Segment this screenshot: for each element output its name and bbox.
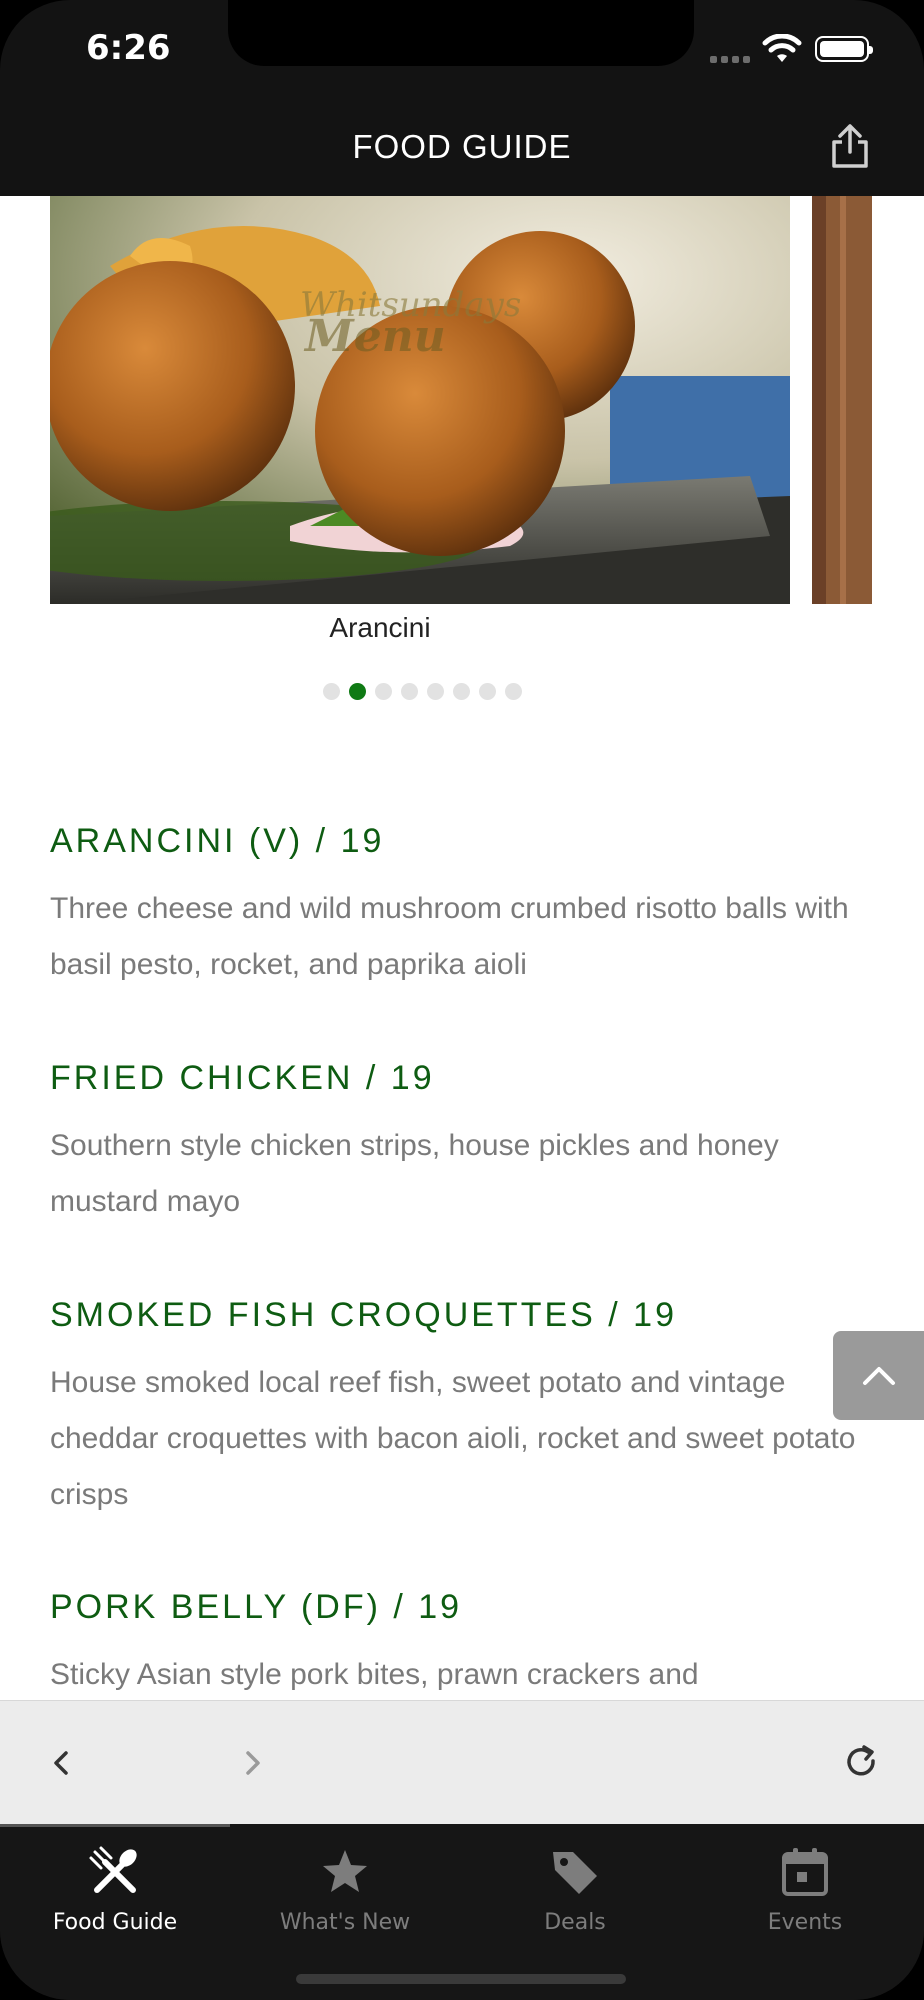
- forward-button[interactable]: [232, 1741, 272, 1785]
- calendar-icon: [782, 1848, 828, 1896]
- menu-item-title: FRIED CHICKEN / 19: [50, 1059, 435, 1097]
- menu-item-description: Three cheese and wild mushroom crumbed r…: [50, 892, 849, 981]
- tag-icon: [553, 1852, 597, 1894]
- tab-indicator: [0, 1824, 230, 1827]
- chevron-up-icon: [863, 1367, 895, 1385]
- tab-label: Events: [767, 1910, 843, 1935]
- phone-screen: 6:26 FOOD GUIDE Whitsundays Menu Arancin…: [0, 0, 924, 2000]
- carousel-next-image[interactable]: [812, 196, 872, 604]
- content-area[interactable]: Whitsundays Menu Arancini ARANCINI (V) /…: [0, 196, 924, 1700]
- tab-food-guide[interactable]: Food Guide: [0, 1844, 230, 1954]
- next-photo: [812, 196, 872, 604]
- nav-header: FOOD GUIDE: [0, 100, 924, 196]
- status-bar: 6:26: [0, 0, 924, 100]
- menu-item-description: House smoked local reef fish, sweet pota…: [50, 1366, 856, 1511]
- menu-item-description: Sticky Asian style pork bites, prawn cra…: [50, 1658, 699, 1691]
- tab-label: Deals: [544, 1910, 606, 1935]
- home-indicator: [296, 1974, 626, 1984]
- battery-icon: [815, 36, 873, 62]
- menu-item: FRIED CHICKEN / 19 Southern style chicke…: [50, 1059, 870, 1230]
- carousel-image[interactable]: Whitsundays Menu: [50, 196, 790, 604]
- notch: [228, 0, 694, 66]
- back-button[interactable]: [40, 1741, 80, 1785]
- star-icon: [323, 1850, 367, 1892]
- page-title: FOOD GUIDE: [352, 128, 572, 165]
- menu-item-title: PORK BELLY (DF) / 19: [50, 1588, 463, 1626]
- svg-text:Menu: Menu: [303, 311, 446, 362]
- carousel-dot[interactable]: [504, 683, 522, 700]
- menu-item: SMOKED FISH CROQUETTES / 19 House smoked…: [50, 1296, 870, 1523]
- tab-events[interactable]: Events: [690, 1844, 920, 1954]
- tab-whats-new[interactable]: What's New: [230, 1844, 460, 1954]
- tab-label: Food Guide: [52, 1910, 178, 1935]
- utensils-icon: [89, 1846, 137, 1893]
- carousel-dot[interactable]: [426, 683, 444, 700]
- wifi-icon: [762, 34, 802, 62]
- menu-item-description: Southern style chicken strips, house pic…: [50, 1129, 779, 1218]
- carousel-pagination[interactable]: [0, 683, 884, 700]
- carousel-dot-active[interactable]: [348, 683, 366, 700]
- tab-label: What's New: [279, 1910, 411, 1935]
- browser-toolbar: [0, 1700, 924, 1825]
- scroll-to-top-button[interactable]: [833, 1331, 924, 1420]
- menu-item: PORK BELLY (DF) / 19 Sticky Asian style …: [50, 1588, 870, 1700]
- menu-item-title: SMOKED FISH CROQUETTES / 19: [50, 1296, 677, 1334]
- carousel-dot[interactable]: [374, 683, 392, 700]
- reload-button[interactable]: [842, 1741, 882, 1785]
- share-icon[interactable]: [826, 122, 874, 170]
- carousel-dot[interactable]: [452, 683, 470, 700]
- tab-deals[interactable]: Deals: [460, 1844, 690, 1954]
- carousel-dot[interactable]: [322, 683, 340, 700]
- status-time: 6:26: [86, 28, 171, 68]
- carousel-caption: Arancini: [329, 612, 431, 643]
- arancini-photo: Whitsundays Menu: [50, 196, 790, 604]
- menu-item: ARANCINI (V) / 19 Three cheese and wild …: [50, 822, 870, 993]
- menu-item-title: ARANCINI (V) / 19: [50, 822, 385, 860]
- carousel-dot[interactable]: [478, 683, 496, 700]
- signal-icon: [710, 56, 750, 63]
- carousel-dot[interactable]: [400, 683, 418, 700]
